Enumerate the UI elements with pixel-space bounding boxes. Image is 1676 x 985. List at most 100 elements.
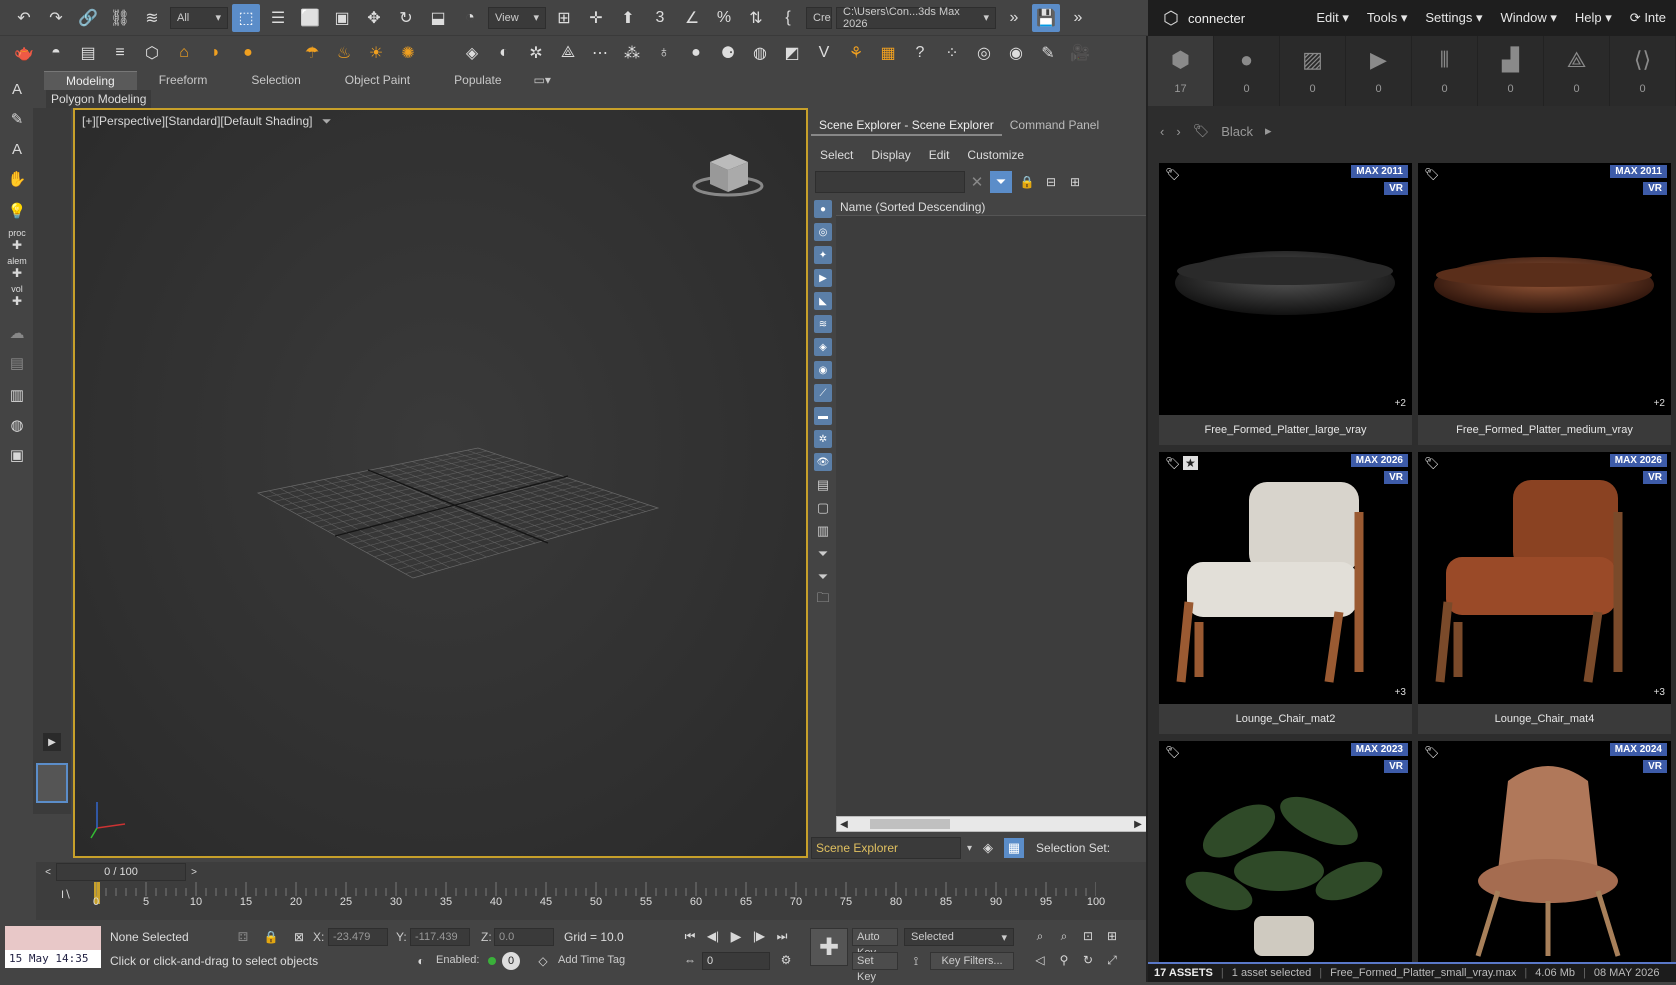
ambient-light-icon[interactable]: ✺: [394, 39, 422, 67]
alem-label[interactable]: alem: [2, 256, 32, 266]
current-frame-field[interactable]: 0: [702, 952, 770, 970]
asset-card[interactable]: 🏷 MAX 2024 VR: [1418, 741, 1671, 962]
maxscript-listener[interactable]: [5, 926, 101, 950]
expand-chevron-icon[interactable]: »: [1064, 4, 1092, 32]
vol-add-icon[interactable]: ✚: [6, 294, 28, 308]
menu-settings[interactable]: Settings ▾: [1425, 10, 1482, 26]
tab-modeling[interactable]: Modeling: [44, 71, 137, 90]
material-editor-icon[interactable]: ⬡: [138, 39, 166, 67]
percent-snap-icon[interactable]: %: [710, 4, 738, 32]
target-icon[interactable]: ◎: [970, 39, 998, 67]
previous-key-icon[interactable]: ◀|: [703, 926, 723, 946]
redo-icon[interactable]: ↷: [42, 4, 70, 32]
light-add-icon[interactable]: 💡: [6, 200, 28, 222]
menu-edit[interactable]: Edit: [929, 148, 950, 162]
tab-selection[interactable]: Selection: [229, 71, 322, 90]
zoom-icon[interactable]: ⌕: [1030, 926, 1050, 946]
menu-edit[interactable]: Edit ▾: [1316, 10, 1349, 26]
edit-tool-icon[interactable]: ✎: [6, 108, 28, 130]
pivot-icon[interactable]: ⊞: [550, 4, 578, 32]
orbit-icon[interactable]: ↻: [1078, 950, 1098, 970]
snaps-toggle-icon[interactable]: 3: [646, 4, 674, 32]
menu-tools[interactable]: Tools ▾: [1367, 10, 1408, 26]
select-by-name-icon[interactable]: ☰: [264, 4, 292, 32]
dome-light-icon[interactable]: ◗: [202, 39, 230, 67]
filter-toggle-icon[interactable]: ⏷: [990, 171, 1012, 193]
vray-proxy-icon[interactable]: ◈: [458, 39, 486, 67]
category-materials[interactable]: ● 0: [1214, 36, 1280, 106]
category-images[interactable]: ▨ 0: [1280, 36, 1346, 106]
create-selection-set-field[interactable]: Cre: [806, 6, 832, 29]
funnel-settings-icon[interactable]: ⏷: [814, 568, 832, 586]
next-frame-arrow-icon[interactable]: >: [188, 863, 200, 881]
globe-icon[interactable]: ◉: [1002, 39, 1030, 67]
forward-arrow-icon[interactable]: ›: [1176, 124, 1180, 139]
vray-fur-icon[interactable]: ◐: [490, 39, 518, 67]
expand-layout-icon[interactable]: ▶: [43, 733, 61, 751]
keyboard-shortcut-icon[interactable]: ✛: [582, 4, 610, 32]
category-scripts[interactable]: ⟨⟩ 0: [1610, 36, 1676, 106]
cloud-icon[interactable]: ☁: [6, 322, 28, 344]
zoom-extents-icon[interactable]: ⊡: [1078, 926, 1098, 946]
selection-filter-dropdown[interactable]: All ▾: [170, 6, 228, 29]
bone-filter-icon[interactable]: ⟋: [814, 384, 832, 402]
star-icon[interactable]: ★: [1183, 456, 1198, 470]
asset-card[interactable]: 🏷 ★ MAX 2026 VR +3 Lounge_Chair_mat2: [1159, 452, 1412, 734]
placement-icon[interactable]: ◔: [456, 4, 484, 32]
vray-sphere-icon[interactable]: ⟁: [554, 39, 582, 67]
next-key-icon[interactable]: |▶: [749, 926, 769, 946]
brush-icon[interactable]: ✎: [1034, 39, 1062, 67]
zoom-extents-all-icon[interactable]: ⊞: [1102, 926, 1122, 946]
tab-command-panel[interactable]: Command Panel: [1002, 114, 1107, 136]
asset-card[interactable]: 🏷 MAX 2023 VR: [1159, 741, 1412, 962]
bind-spacewarp-icon[interactable]: ≋: [138, 4, 166, 32]
vray-fire-icon[interactable]: ♁: [650, 39, 678, 67]
time-config-icon[interactable]: 0: [502, 952, 520, 970]
vray-grass-icon[interactable]: ⁂: [618, 39, 646, 67]
doc-icon[interactable]: ▤: [6, 352, 28, 374]
particle-filter-icon[interactable]: ✲: [814, 430, 832, 448]
viewcube-icon[interactable]: [692, 154, 764, 197]
rotate-icon[interactable]: ↻: [392, 4, 420, 32]
window-icon[interactable]: ▣: [6, 444, 28, 466]
palette-icon[interactable]: ◍: [746, 39, 774, 67]
menu-display[interactable]: Display: [871, 148, 910, 162]
funnel-icon[interactable]: ⏷: [814, 545, 832, 563]
walk-through-icon[interactable]: ⚲: [1054, 950, 1074, 970]
integrations-menu[interactable]: ⟳ Inte: [1630, 10, 1666, 26]
rect-selection-icon[interactable]: ⬜: [296, 4, 324, 32]
move-icon[interactable]: ✥: [360, 4, 388, 32]
tag-icon[interactable]: 🏷: [1424, 745, 1439, 759]
vray-plane-icon[interactable]: ✲: [522, 39, 550, 67]
tab-freeform[interactable]: Freeform: [137, 71, 230, 90]
unlink-icon[interactable]: ⛓: [106, 4, 134, 32]
scroll-left-icon[interactable]: ◀: [838, 817, 850, 831]
camera-filter-icon[interactable]: ▶: [814, 269, 832, 287]
lamp-icon[interactable]: ⌂: [170, 39, 198, 67]
ribbon-options-icon[interactable]: ▭▾: [524, 71, 561, 90]
hand-icon[interactable]: ✋: [6, 168, 28, 190]
material-sphere-icon[interactable]: ●: [682, 39, 710, 67]
spacewarp-filter-icon[interactable]: ≋: [814, 315, 832, 333]
add-time-tag-label[interactable]: Add Time Tag: [558, 954, 625, 966]
tab-populate[interactable]: Populate: [432, 71, 523, 90]
scatter-icon[interactable]: ⚘: [842, 39, 870, 67]
scrollbar-thumb[interactable]: [870, 819, 950, 829]
category-models[interactable]: ⬢ 17: [1148, 36, 1214, 106]
x-coordinate-field[interactable]: -23.479: [328, 928, 388, 946]
selector-dropdown-icon[interactable]: ▾: [967, 843, 972, 854]
project-path-dropdown[interactable]: C:\Users\Con...3ds Max 2026 ▾: [836, 6, 996, 30]
hierarchy-icon[interactable]: ⊟: [1042, 173, 1060, 191]
shape-filter-icon[interactable]: ◎: [814, 223, 832, 241]
selection-lock-icon[interactable]: 🔒: [262, 928, 280, 946]
tag-icon[interactable]: 🏷: [1424, 167, 1439, 181]
none-filter-icon[interactable]: ▢: [814, 499, 832, 517]
set-key-button[interactable]: Set Key: [852, 952, 898, 983]
ies-light-icon[interactable]: ♨: [330, 39, 358, 67]
save-icon[interactable]: 💾: [1032, 3, 1060, 32]
tag-icon[interactable]: 🏷: [1165, 745, 1180, 759]
asset-card[interactable]: 🏷 MAX 2026 VR +3 Lounge_Chair_mat4: [1418, 452, 1671, 734]
layers-toggle-icon[interactable]: ◈: [978, 838, 998, 858]
help-icon[interactable]: ?: [906, 39, 934, 67]
sphere-light-icon[interactable]: ●: [234, 39, 262, 67]
